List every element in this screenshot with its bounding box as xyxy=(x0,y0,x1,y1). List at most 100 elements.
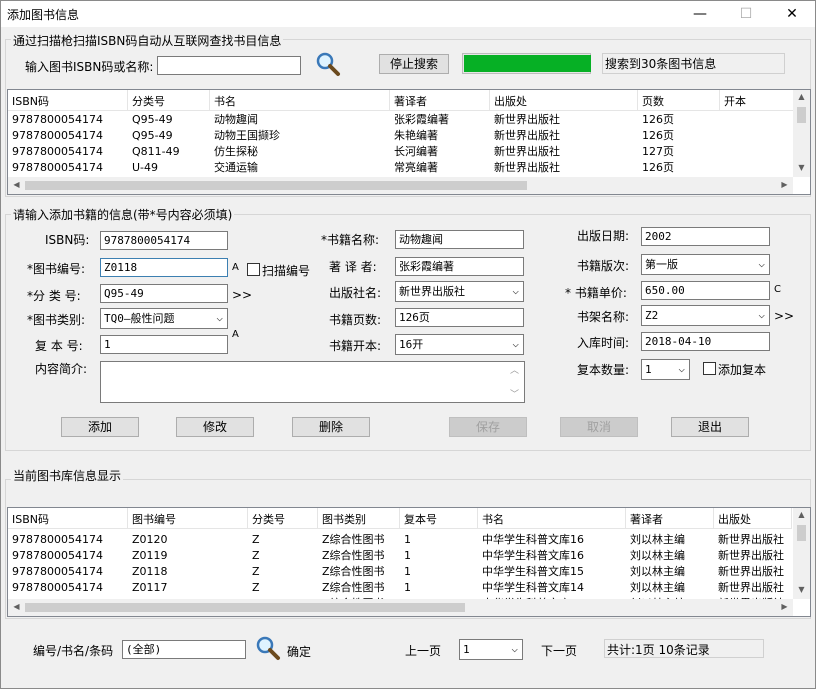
scroll-thumb[interactable] xyxy=(797,107,806,123)
table-cell[interactable]: 126页 xyxy=(638,128,720,144)
confirm-button[interactable]: 确定 xyxy=(287,643,311,660)
table-cell[interactable]: Z0119 xyxy=(128,548,248,564)
table-cell[interactable]: Z xyxy=(248,532,318,548)
column-header[interactable]: 图书编号 xyxy=(128,508,248,529)
column-header[interactable]: ISBN码 xyxy=(8,90,128,111)
scroll-up-icon[interactable]: ▲ xyxy=(793,92,810,101)
copies-select[interactable]: 1 ⌵ xyxy=(641,359,690,380)
maximize-button[interactable]: ☐ xyxy=(723,1,769,27)
scan-number-checkbox[interactable] xyxy=(247,263,260,276)
edition-select[interactable]: 第一版 ⌵ xyxy=(641,254,770,275)
price-field[interactable]: 650.00 xyxy=(641,281,770,300)
table-cell[interactable]: 新世界出版社 xyxy=(490,160,638,176)
prev-page-button[interactable]: 上一页 xyxy=(405,642,441,659)
horizontal-scrollbar[interactable]: ◀ ▶ xyxy=(8,177,793,194)
table-cell[interactable]: 1 xyxy=(400,564,478,580)
stop-search-button[interactable]: 停止搜索 xyxy=(379,54,449,74)
table-cell[interactable]: Z综合性图书 xyxy=(318,532,400,548)
scroll-thumb[interactable] xyxy=(25,603,465,612)
table-cell[interactable]: 中华学生科普文库14 xyxy=(478,580,626,596)
scroll-thumb[interactable] xyxy=(25,181,527,190)
scroll-down-icon[interactable]: ▼ xyxy=(793,585,810,594)
vertical-scrollbar[interactable]: ▲ ▼ xyxy=(793,90,810,177)
add-copy-checkbox[interactable] xyxy=(703,362,716,375)
save-button[interactable]: 保存 xyxy=(449,417,527,437)
in-date-field[interactable]: 2018-04-10 xyxy=(641,332,770,351)
table-cell[interactable]: 9787800054174 xyxy=(8,112,128,128)
scroll-left-icon[interactable]: ◀ xyxy=(8,180,25,189)
category-select[interactable]: TQ0—般性问题 ⌵ xyxy=(100,308,228,329)
add-button[interactable]: 添加 xyxy=(61,417,139,437)
horizontal-scrollbar[interactable]: ◀ ▶ xyxy=(8,599,793,616)
table-cell[interactable]: 新世界出版社 xyxy=(490,144,638,160)
table-cell[interactable]: 9787800054174 xyxy=(8,160,128,176)
book-number-field[interactable]: Z0118 xyxy=(100,258,228,277)
table-cell[interactable]: 常亮编著 xyxy=(390,160,490,176)
column-header[interactable]: ISBN码 xyxy=(8,508,128,529)
table-cell[interactable]: 朱艳编著 xyxy=(390,128,490,144)
column-header[interactable]: 书名 xyxy=(210,90,390,111)
table-cell[interactable]: 中华学生科普文库16 xyxy=(478,532,626,548)
next-page-button[interactable]: 下一页 xyxy=(541,642,577,659)
format-select[interactable]: 16开 ⌵ xyxy=(395,334,524,355)
shelf-more-button[interactable]: >> xyxy=(774,309,794,323)
table-cell[interactable]: Z xyxy=(248,564,318,580)
pages-field[interactable]: 126页 xyxy=(395,308,524,327)
publisher-select[interactable]: 新世界出版社 ⌵ xyxy=(395,281,524,302)
table-cell[interactable] xyxy=(720,160,795,176)
table-cell[interactable]: Z0117 xyxy=(128,580,248,596)
intro-textarea[interactable] xyxy=(100,361,525,403)
pub-date-field[interactable]: 2002 xyxy=(641,227,770,246)
table-cell[interactable]: 127页 xyxy=(638,144,720,160)
table-cell[interactable]: 动物王国撷珍 xyxy=(210,128,390,144)
author-field[interactable]: 张彩霞编著 xyxy=(395,257,524,276)
table-cell[interactable]: 刘以林主编 xyxy=(626,564,714,580)
column-header[interactable]: 著译者 xyxy=(390,90,490,111)
table-cell[interactable]: 9787800054174 xyxy=(8,128,128,144)
shelf-select[interactable]: Z2 ⌵ xyxy=(641,305,770,326)
table-cell[interactable]: Z xyxy=(248,548,318,564)
table-cell[interactable] xyxy=(720,144,795,160)
table-cell[interactable]: 9787800054174 xyxy=(8,548,128,564)
column-header[interactable]: 著译者 xyxy=(626,508,714,529)
table-cell[interactable]: 长河编著 xyxy=(390,144,490,160)
table-cell[interactable]: Z xyxy=(248,580,318,596)
scroll-right-icon[interactable]: ▶ xyxy=(776,602,793,611)
table-cell[interactable]: 新世界出版社 xyxy=(714,532,792,548)
table-cell[interactable]: 1 xyxy=(400,548,478,564)
table-cell[interactable] xyxy=(720,128,795,144)
exit-button[interactable]: 退出 xyxy=(671,417,749,437)
table-cell[interactable]: 新世界出版社 xyxy=(714,580,792,596)
table-cell[interactable]: Z0120 xyxy=(128,532,248,548)
column-header[interactable]: 分类号 xyxy=(248,508,318,529)
table-cell[interactable]: 中华学生科普文库15 xyxy=(478,564,626,580)
column-header[interactable]: 复本号 xyxy=(400,508,478,529)
filter-input[interactable]: (全部) xyxy=(122,640,246,659)
scroll-left-icon[interactable]: ◀ xyxy=(8,602,25,611)
isbn-search-input[interactable] xyxy=(157,56,301,75)
table-cell[interactable]: 新世界出版社 xyxy=(490,112,638,128)
search-results-table[interactable]: ISBN码 分类号 书名 著译者 出版处 页数 开本 9787800054174 Q95-49 动… xyxy=(7,89,811,195)
table-cell[interactable]: 张彩霞编著 xyxy=(390,112,490,128)
table-cell[interactable]: 新世界出版社 xyxy=(714,548,792,564)
table-cell[interactable]: Z综合性图书 xyxy=(318,548,400,564)
scroll-up-icon[interactable]: ▲ xyxy=(793,510,810,519)
copy-number-field[interactable]: 1 xyxy=(100,335,228,354)
table-cell[interactable]: 9787800054174 xyxy=(8,532,128,548)
column-header[interactable]: 出版处 xyxy=(714,508,792,529)
table-cell[interactable]: 126页 xyxy=(638,112,720,128)
isbn-field[interactable]: 9787800054174 xyxy=(100,231,228,250)
table-cell[interactable]: 中华学生科普文库16 xyxy=(478,548,626,564)
column-header[interactable]: 书名 xyxy=(478,508,626,529)
table-cell[interactable]: U-49 xyxy=(128,160,210,176)
delete-button[interactable]: 删除 xyxy=(292,417,370,437)
search-icon[interactable] xyxy=(255,635,281,661)
table-cell[interactable]: Z综合性图书 xyxy=(318,580,400,596)
table-cell[interactable]: Q95-49 xyxy=(128,112,210,128)
table-cell[interactable]: 9787800054174 xyxy=(8,580,128,596)
page-select[interactable]: 1 ⌵ xyxy=(459,639,523,660)
table-cell[interactable]: 新世界出版社 xyxy=(714,564,792,580)
table-cell[interactable]: Q95-49 xyxy=(128,128,210,144)
column-header[interactable]: 图书类别 xyxy=(318,508,400,529)
minimize-button[interactable]: — xyxy=(677,1,723,27)
